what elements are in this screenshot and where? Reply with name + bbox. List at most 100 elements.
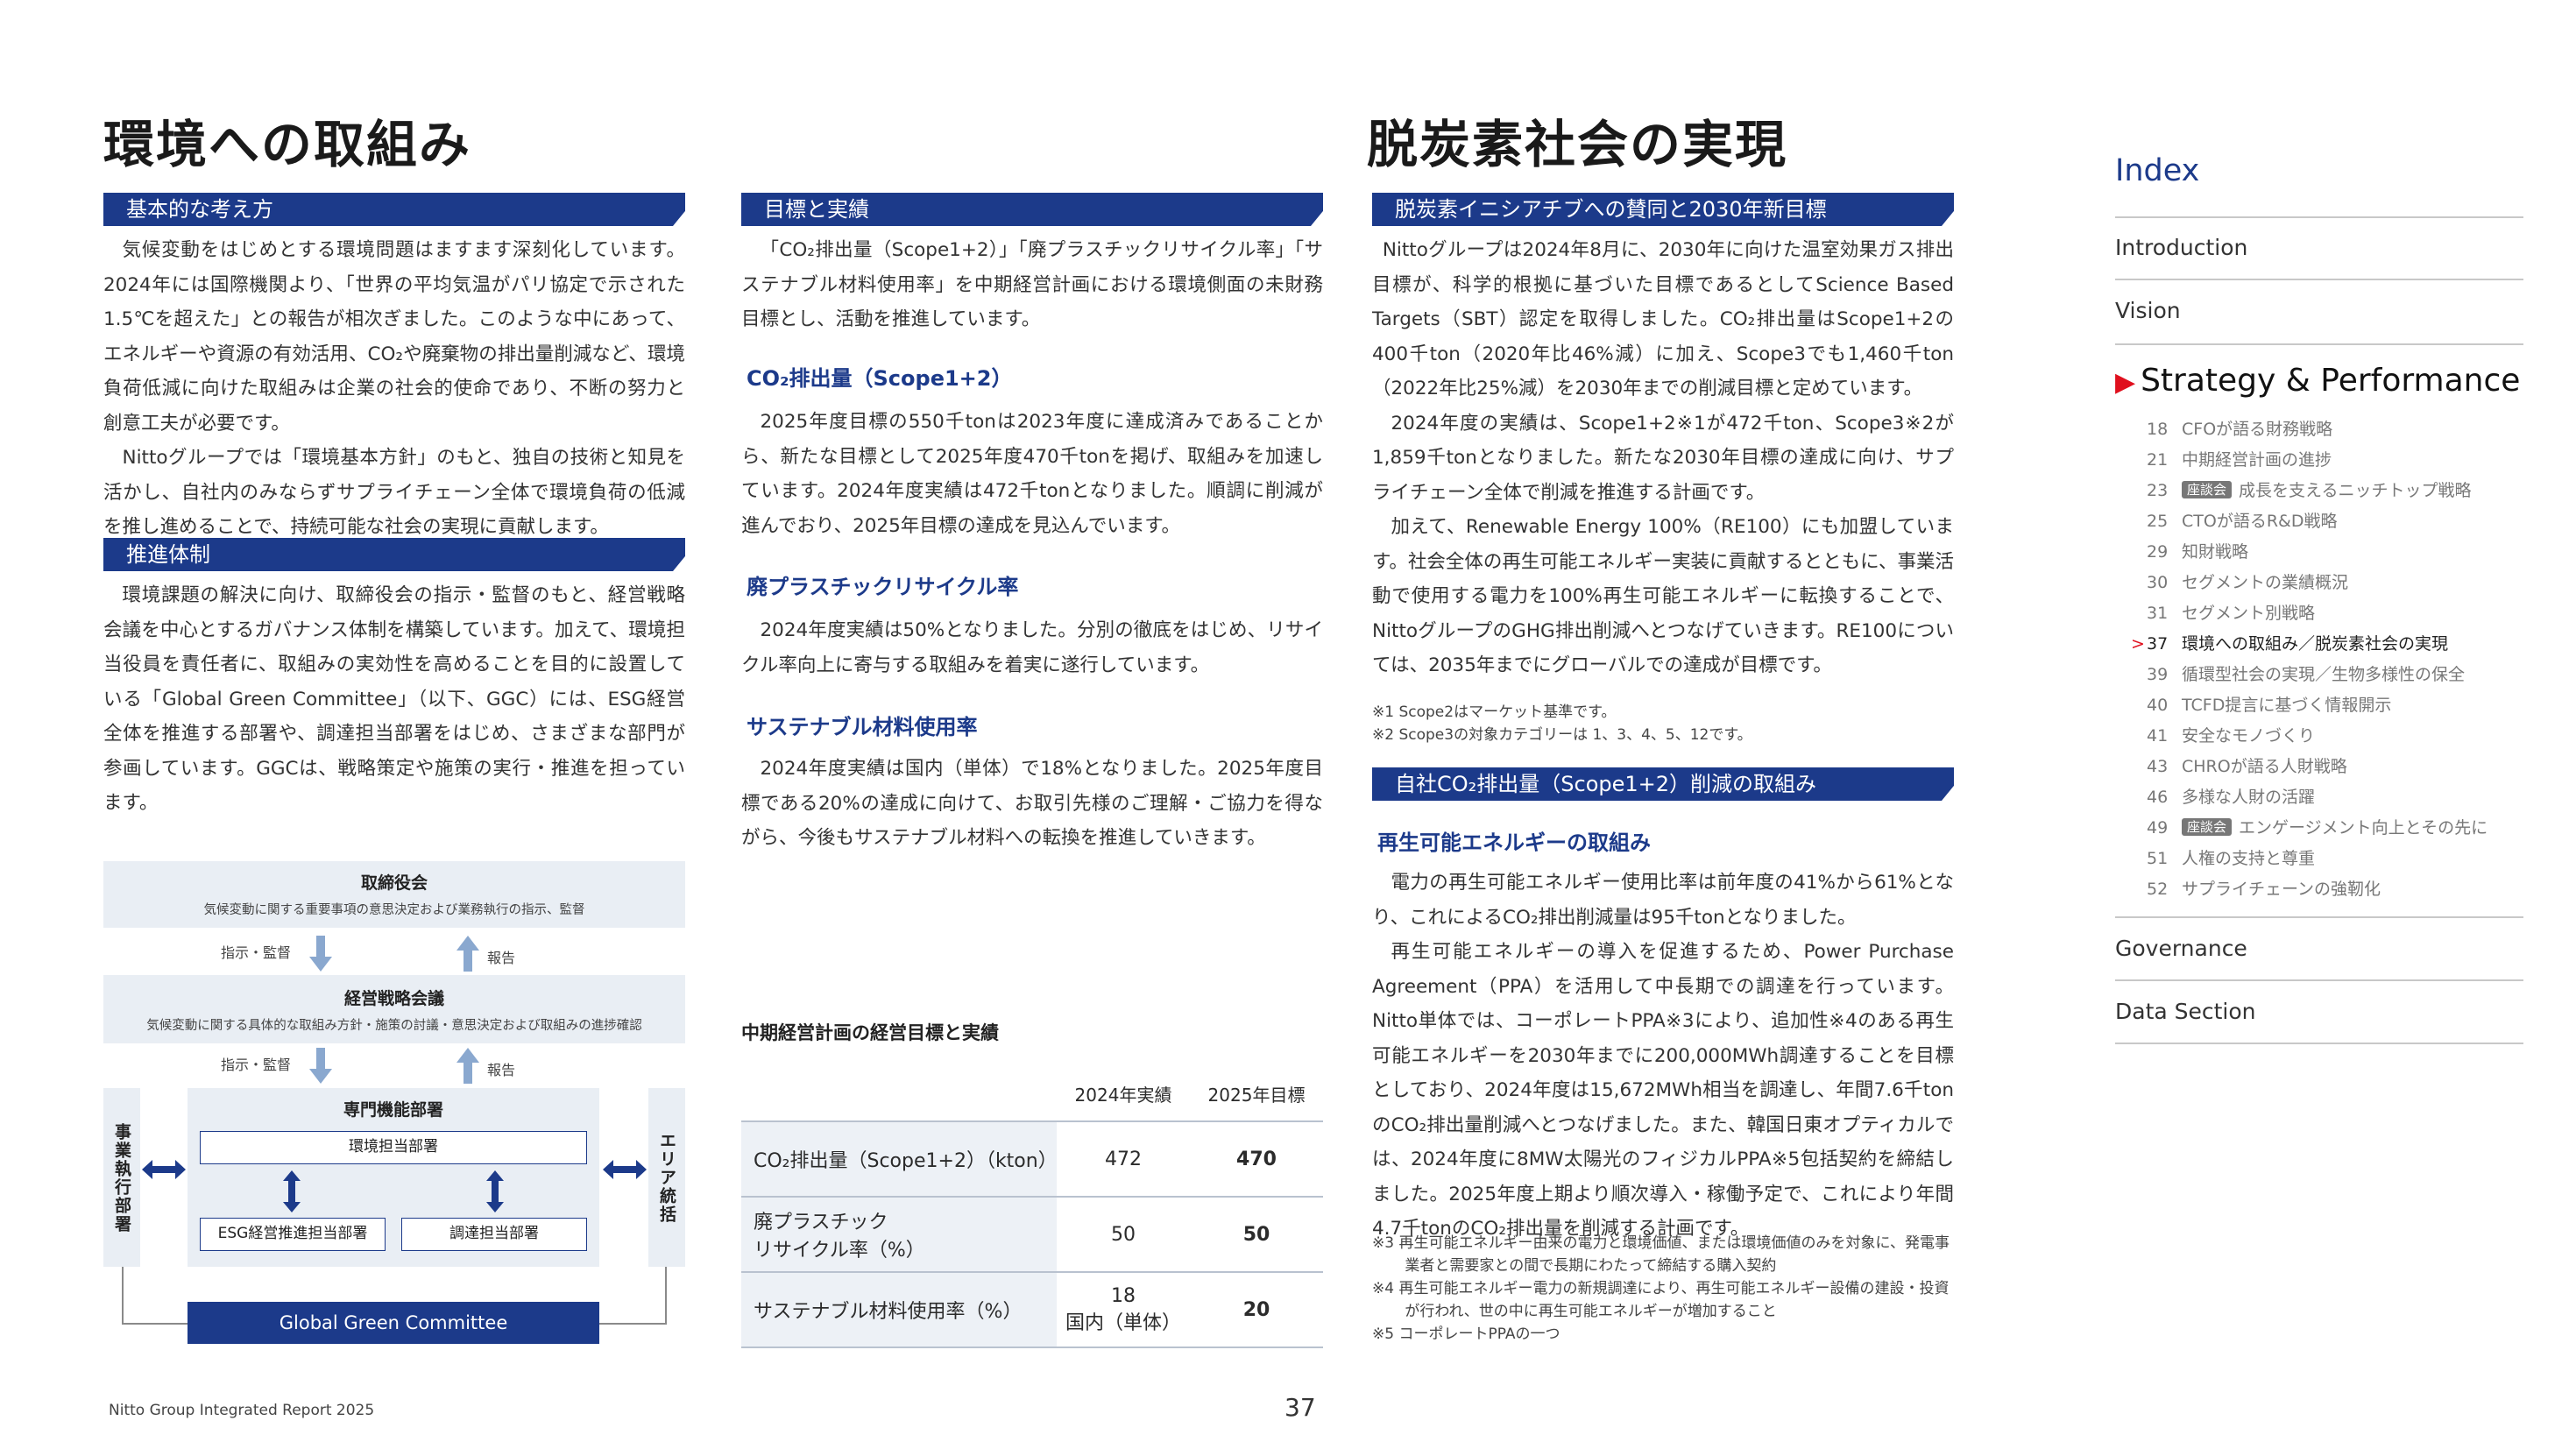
note-1: ※1 Scope2はマーケット基準です。 bbox=[1372, 703, 1617, 721]
plastic-text: 2024年度実績は50%となりました。分別の徹底をはじめ、リサイクル率向上に寄与… bbox=[741, 613, 1323, 682]
table-cell-actual-note: 国内（単体） bbox=[1065, 1311, 1181, 1334]
note-5: ※5 コーポレートPPAの一つ bbox=[1372, 1325, 1560, 1343]
bidirectional-arrow-icon bbox=[603, 1160, 647, 1179]
subheading-co2: CO₂排出量（Scope1+2） bbox=[747, 366, 1013, 391]
roundtable-badge: 座談会 bbox=[2182, 818, 2233, 836]
area-label: エリア統括 bbox=[657, 1132, 676, 1224]
sustainable-text: 2024年度実績は国内（単体）で18%となりました。2025年度目標である20%… bbox=[741, 752, 1323, 856]
management-subtitle: 気候変動に関する具体的な取組み方針・施策の討議・意思決定および取組みの進捗確認 bbox=[146, 1019, 642, 1033]
board-box: 取締役会 気候変動に関する重要事項の意思決定および業務執行の指示、監督 bbox=[103, 861, 685, 928]
table-row-label-line1: 廃プラスチック bbox=[754, 1212, 888, 1233]
index-item-23[interactable]: 23 座談会 成長を支えるニッチトップ戦略 bbox=[2147, 477, 2471, 501]
index-item-29[interactable]: 29 知財戦略 bbox=[2147, 539, 2248, 562]
footer-report-name: Nitto Group Integrated Report 2025 bbox=[109, 1402, 375, 1419]
index-divider bbox=[2115, 979, 2523, 981]
vertical-bidirectional-arrow-icon bbox=[283, 1170, 301, 1212]
table-row: 廃プラスチック リサイクル率（%） 50 50 bbox=[741, 1197, 1323, 1273]
connector-line bbox=[122, 1267, 124, 1325]
up-arrow-icon bbox=[456, 936, 479, 972]
index-item-21[interactable]: 21 中期経営計画の進捗 bbox=[2147, 447, 2332, 470]
table-title: 中期経営計画の経営目標と実績 bbox=[741, 1022, 999, 1043]
table-row: CO₂排出量（Scope1+2）（kton） 472 470 bbox=[741, 1121, 1323, 1198]
index-item-46[interactable]: 46 多様な人財の活躍 bbox=[2147, 784, 2315, 808]
heading-basic-approach: 基本的な考え方 bbox=[103, 193, 685, 226]
index-item-40[interactable]: 40 TCFD提言に基づく情報開示 bbox=[2147, 692, 2391, 716]
page-title-decarbonization: 脱炭素社会の実現 bbox=[1367, 115, 1788, 174]
down-arrow-icon bbox=[309, 936, 332, 972]
vertical-bidirectional-arrow-icon bbox=[486, 1170, 504, 1212]
index-introduction-link[interactable]: Introduction bbox=[2115, 235, 2247, 260]
index-title: Index bbox=[2115, 153, 2200, 188]
index-item-31[interactable]: 31 セグメント別戦略 bbox=[2147, 600, 2315, 624]
table-row-label: サステナブル材料使用率（%） bbox=[741, 1272, 1057, 1348]
co2-text: 2025年度目標の550千tonは2023年度に達成済みであることから、新たな目… bbox=[741, 405, 1323, 543]
index-item-41[interactable]: 41 安全なモノづくり bbox=[2147, 723, 2315, 746]
index-strategy-label: Strategy & Performance bbox=[2141, 363, 2521, 399]
basic-approach-text: 気候変動をはじめとする環境問題はますます深刻化しています。2024年には国際機関… bbox=[103, 233, 685, 545]
basic-approach-p2: Nittoグループでは「環境基本方針」のもと、独自の技術と知見を活かし、自社内の… bbox=[103, 447, 685, 538]
initiative-p1: Nittoグループは2024年8月に、2030年に向けた温室効果ガス排出目標が、… bbox=[1372, 239, 1954, 399]
current-section-marker-icon: ▶ bbox=[2115, 367, 2136, 398]
initiative-notes: ※1 Scope2はマーケット基準です。 ※2 Scope3の対象カテゴリーは … bbox=[1372, 701, 1954, 746]
index-item-18[interactable]: 18 CFOが語る財務戦略 bbox=[2147, 416, 2332, 440]
index-data-section-link[interactable]: Data Section bbox=[2115, 999, 2256, 1024]
index-item-52[interactable]: 52 サプライチェーンの強靭化 bbox=[2147, 876, 2381, 900]
index-item-49[interactable]: 49 座談会 エンゲージメント向上とその先に bbox=[2147, 815, 2488, 838]
functional-dept-title: 専門機能部署 bbox=[343, 1100, 443, 1120]
renewable-text: 電力の再生可能エネルギー使用比率は前年度の41%から61%となり、これによるCO… bbox=[1372, 866, 1954, 1247]
heading-own-emissions: 自社CO₂排出量（Scope1+2）削減の取組み bbox=[1372, 767, 1954, 801]
table-row-label: CO₂排出量（Scope1+2）（kton） bbox=[741, 1121, 1058, 1198]
esg-dept-box: ESG経営推進担当部署 bbox=[200, 1218, 386, 1251]
table-cell-target: 470 bbox=[1190, 1121, 1323, 1198]
index-divider bbox=[2115, 916, 2523, 918]
initiative-p3: 加えて、Renewable Energy 100%（RE100）にも加盟していま… bbox=[1372, 516, 1954, 676]
co2-p1: 2025年度目標の550千tonは2023年度に達成済みであることから、新たな目… bbox=[741, 411, 1323, 537]
bidirectional-arrow-icon bbox=[142, 1160, 186, 1179]
current-item-marker-icon: > bbox=[2131, 634, 2145, 654]
promotion-system-text: 環境課題の解決に向け、取締役会の指示・監督のもと、経営戦略会議を中心とするガバナ… bbox=[103, 578, 685, 821]
management-title: 経営戦略会議 bbox=[343, 989, 444, 1008]
index-vision-link[interactable]: Vision bbox=[2115, 298, 2181, 323]
index-divider bbox=[2115, 216, 2523, 218]
subheading-sustainable: サステナブル材料使用率 bbox=[747, 715, 978, 739]
table-row: サステナブル材料使用率（%） 18 国内（単体） 20 bbox=[741, 1272, 1323, 1348]
table-cell-actual: 472 bbox=[1057, 1121, 1190, 1198]
table-header-empty bbox=[741, 1067, 1057, 1122]
instruction-label-2: 指示・監督 bbox=[221, 1057, 292, 1073]
sustainable-p1: 2024年度実績は国内（単体）で18%となりました。2025年度目標である20%… bbox=[741, 758, 1323, 849]
heading-targets-results: 目標と実績 bbox=[741, 193, 1323, 226]
procurement-dept-box: 調達担当部署 bbox=[401, 1218, 587, 1251]
ggc-box: Global Green Committee bbox=[188, 1302, 599, 1344]
index-strategy-link[interactable]: ▶ Strategy & Performance bbox=[2115, 363, 2520, 399]
targets-intro-text: 「CO₂排出量（Scope1+2）」「廃プラスチックリサイクル率」「サステナブル… bbox=[741, 233, 1323, 337]
renewable-p1: 電力の再生可能エネルギー使用比率は前年度の41%から61%となり、これによるCO… bbox=[1372, 872, 1954, 929]
index-governance-link[interactable]: Governance bbox=[2115, 936, 2247, 961]
environment-dept-box: 環境担当部署 bbox=[200, 1131, 587, 1164]
table-cell-actual-value: 18 bbox=[1111, 1284, 1136, 1307]
heading-promotion-system: 推進体制 bbox=[103, 538, 685, 571]
management-box: 経営戦略会議 気候変動に関する具体的な取組み方針・施策の討議・意思決定および取組… bbox=[103, 975, 685, 1043]
business-dept-label: 事業執行部署 bbox=[112, 1123, 131, 1233]
index-divider bbox=[2115, 279, 2523, 280]
board-title: 取締役会 bbox=[360, 873, 428, 893]
heading-initiative: 脱炭素イニシアチブへの賛同と2030年新目標 bbox=[1372, 193, 1954, 226]
index-item-30[interactable]: 30 セグメントの業績概況 bbox=[2147, 569, 2348, 593]
page-title-environment: 環境への取組み bbox=[103, 115, 472, 174]
index-item-25[interactable]: 25 CTOが語るR&D戦略 bbox=[2147, 508, 2337, 532]
index-item-43[interactable]: 43 CHROが語る人財戦略 bbox=[2147, 753, 2347, 777]
index-item-39[interactable]: 39 循環型社会の実現／生物多様性の保全 bbox=[2147, 661, 2465, 685]
initiative-text: Nittoグループは2024年8月に、2030年に向けた温室効果ガス排出目標が、… bbox=[1372, 233, 1954, 683]
table-cell-actual: 18 国内（単体） bbox=[1057, 1272, 1190, 1348]
table-header-row: 2024年実績 2025年目標 bbox=[741, 1067, 1323, 1122]
promotion-system-p1: 環境課題の解決に向け、取締役会の指示・監督のもと、経営戦略会議を中心とするガバナ… bbox=[103, 584, 685, 814]
subheading-plastic: 廃プラスチックリサイクル率 bbox=[747, 575, 1019, 599]
index-item-37-current[interactable]: >37 環境への取組み／脱炭素社会の実現 bbox=[2131, 631, 2448, 654]
index-divider bbox=[2115, 1043, 2523, 1044]
down-arrow-icon bbox=[309, 1048, 332, 1084]
report-label-2: 報告 bbox=[487, 1062, 516, 1078]
index-item-51[interactable]: 51 人権の支持と尊重 bbox=[2147, 845, 2315, 869]
table-cell-target: 20 bbox=[1190, 1272, 1323, 1348]
up-arrow-icon bbox=[456, 1048, 479, 1084]
board-subtitle: 気候変動に関する重要事項の意思決定および業務執行の指示、監督 bbox=[203, 903, 585, 917]
table-header-actual: 2024年実績 bbox=[1057, 1067, 1190, 1122]
